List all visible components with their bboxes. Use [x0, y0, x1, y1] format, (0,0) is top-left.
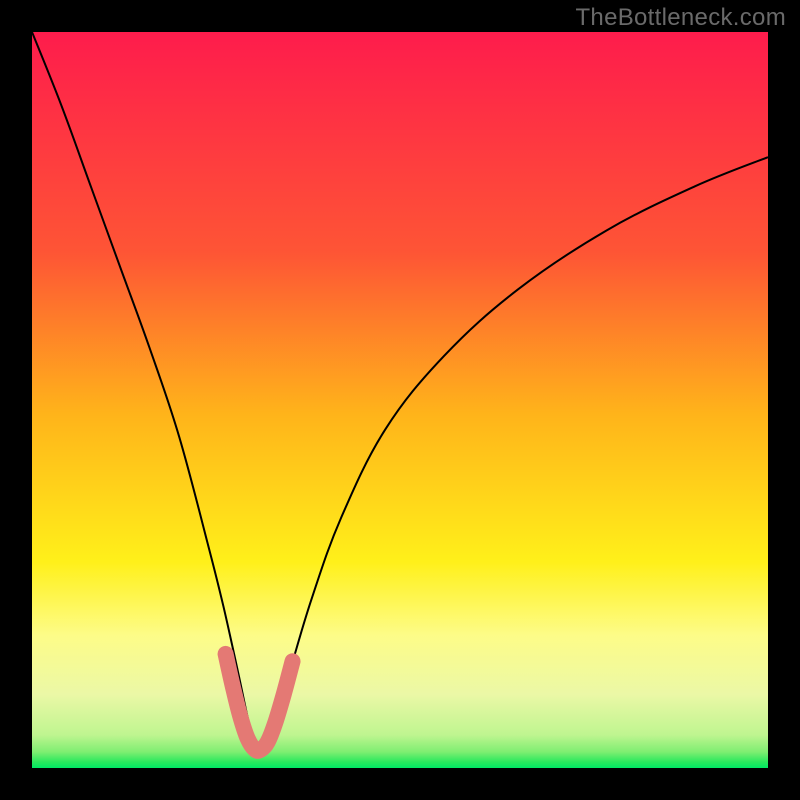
chart-background	[32, 32, 768, 768]
plot-area	[32, 32, 768, 768]
chart-frame: TheBottleneck.com	[0, 0, 800, 800]
chart-svg	[32, 32, 768, 768]
watermark-text: TheBottleneck.com	[575, 4, 786, 32]
